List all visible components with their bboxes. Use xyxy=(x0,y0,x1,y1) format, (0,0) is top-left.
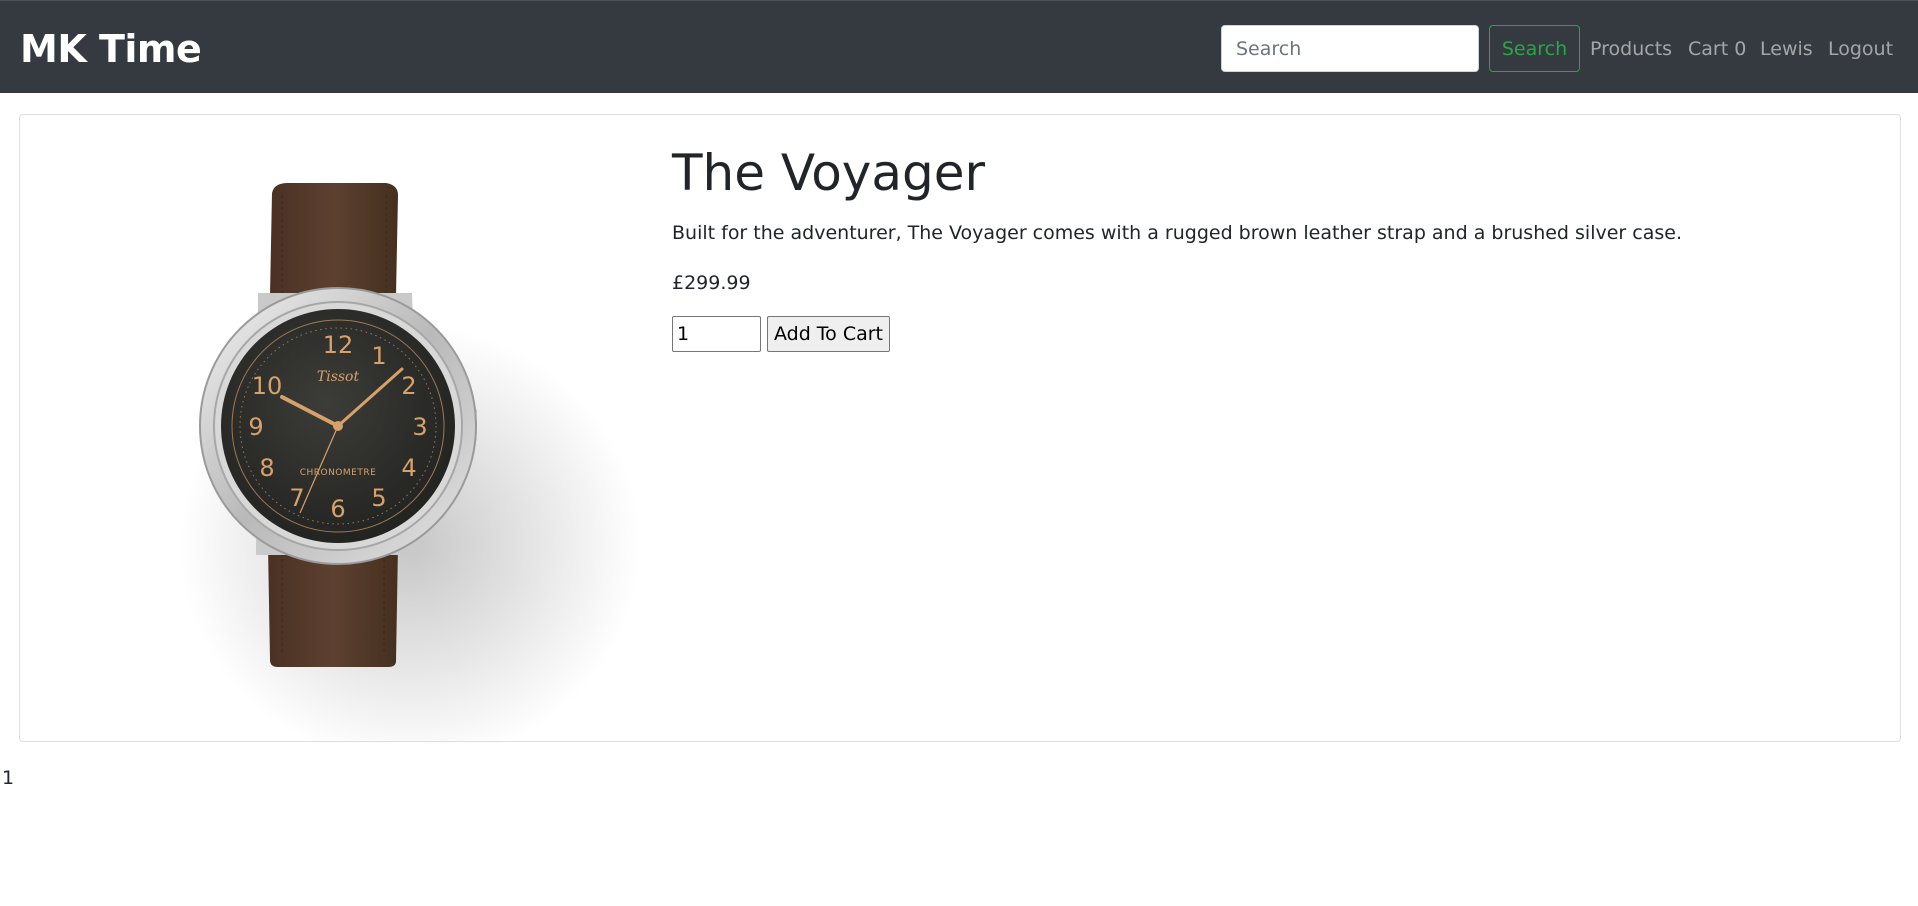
nav-link-products[interactable]: Products xyxy=(1590,35,1672,63)
dial-numeral-1: 1 xyxy=(371,342,386,370)
search-button[interactable]: Search xyxy=(1489,25,1580,72)
dial-numeral-12: 12 xyxy=(323,331,354,359)
add-to-cart-button[interactable]: Add To Cart xyxy=(767,316,890,352)
dial-center xyxy=(333,421,343,431)
dial-numeral-10: 10 xyxy=(252,372,283,400)
dial-chronometre-text: CHRONOMETRE xyxy=(300,468,377,478)
quantity-input[interactable] xyxy=(672,316,761,352)
product-description: Built for the adventurer, The Voyager co… xyxy=(672,222,1682,244)
dial-numeral-4: 4 xyxy=(401,454,416,482)
nav-link-logout[interactable]: Logout xyxy=(1828,35,1893,63)
dial-numeral-2: 2 xyxy=(401,372,416,400)
brand-logo[interactable]: MK Time xyxy=(20,25,202,73)
search-input[interactable] xyxy=(1221,25,1479,72)
product-title: The Voyager xyxy=(672,144,986,202)
dial-numeral-8: 8 xyxy=(259,454,274,482)
product-card: 12 1 2 3 4 5 6 7 8 9 10 Tissot CHRONOMETRE The Voy… xyxy=(19,114,1901,742)
product-price: £299.99 xyxy=(672,272,751,294)
navbar: MK Time Search Products Cart 0 Lewis Log… xyxy=(0,0,1918,93)
product-image: 12 12345678910 Tissot CHRONOMETRE xyxy=(180,183,640,741)
dial-numeral-5: 5 xyxy=(371,484,386,512)
nav-link-user[interactable]: Lewis xyxy=(1760,35,1813,63)
nav-link-cart[interactable]: Cart 0 xyxy=(1688,35,1746,63)
dial-numeral-3: 3 xyxy=(412,413,427,441)
dial-numeral-9: 9 xyxy=(248,413,263,441)
dial-brand-text: Tissot xyxy=(317,369,360,385)
watch-strap-top xyxy=(270,183,398,295)
dial-numeral-6: 6 xyxy=(330,495,345,523)
page-number: 1 xyxy=(2,767,15,789)
